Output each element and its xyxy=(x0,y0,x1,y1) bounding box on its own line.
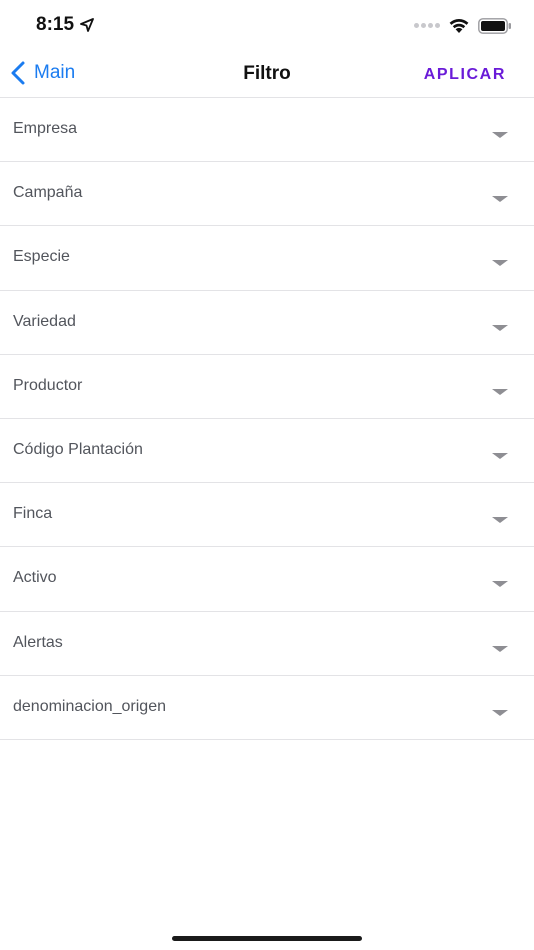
location-arrow-icon xyxy=(80,18,94,32)
filter-dropdown-denominacion-origen[interactable]: denominacion_origen xyxy=(0,676,534,740)
chevron-down-icon xyxy=(492,196,508,203)
filter-label: Especie xyxy=(13,248,70,266)
filter-dropdown-codigo-plantacion[interactable]: Código Plantación xyxy=(0,419,534,484)
filter-label: Código Plantación xyxy=(13,440,143,458)
status-time: 8:15 xyxy=(36,14,94,36)
chevron-down-icon xyxy=(492,709,508,716)
chevron-down-icon xyxy=(492,260,508,267)
chevron-down-icon xyxy=(492,517,508,524)
filter-screen: 8:15 Main Filtro APLICAR Empresa Campaña… xyxy=(0,0,534,950)
filter-dropdown-alertas[interactable]: Alertas xyxy=(0,612,534,676)
filter-dropdown-finca[interactable]: Finca xyxy=(0,483,534,548)
filter-dropdown-activo[interactable]: Activo xyxy=(0,547,534,612)
navigation-bar: Main Filtro APLICAR xyxy=(0,54,534,98)
back-button-label: Main xyxy=(34,62,76,83)
filter-label: denominacion_origen xyxy=(13,697,166,715)
filter-dropdown-especie[interactable]: Especie xyxy=(0,226,534,291)
chevron-down-icon xyxy=(492,581,508,588)
filter-list: Empresa Campaña Especie Variedad Product… xyxy=(0,98,534,740)
chevron-down-icon xyxy=(492,324,508,331)
filter-dropdown-productor[interactable]: Productor xyxy=(0,355,534,419)
chevron-down-icon xyxy=(492,452,508,459)
chevron-down-icon xyxy=(492,645,508,652)
wifi-icon xyxy=(449,18,469,33)
filter-dropdown-variedad[interactable]: Variedad xyxy=(0,291,534,355)
home-indicator[interactable] xyxy=(172,936,362,941)
back-button[interactable]: Main xyxy=(8,60,75,86)
filter-label: Activo xyxy=(13,569,57,587)
filter-dropdown-empresa[interactable]: Empresa xyxy=(0,98,534,163)
filter-label: Empresa xyxy=(13,120,78,137)
battery-icon xyxy=(478,17,511,34)
filter-label: Campaña xyxy=(13,184,83,202)
chevron-left-icon xyxy=(11,61,25,85)
status-icons xyxy=(414,17,512,34)
apply-button[interactable]: APLICAR xyxy=(424,66,506,84)
filter-label: Variedad xyxy=(13,312,76,330)
chevron-down-icon xyxy=(492,132,508,138)
filter-dropdown-campana[interactable]: Campaña xyxy=(0,162,534,227)
signal-dots-icon xyxy=(414,23,440,28)
filter-label: Productor xyxy=(13,376,83,394)
status-time-text: 8:15 xyxy=(36,14,75,35)
filter-label: Alertas xyxy=(13,633,63,651)
status-bar: 8:15 xyxy=(0,0,534,54)
chevron-down-icon xyxy=(492,388,508,395)
filter-label: Finca xyxy=(13,505,53,523)
